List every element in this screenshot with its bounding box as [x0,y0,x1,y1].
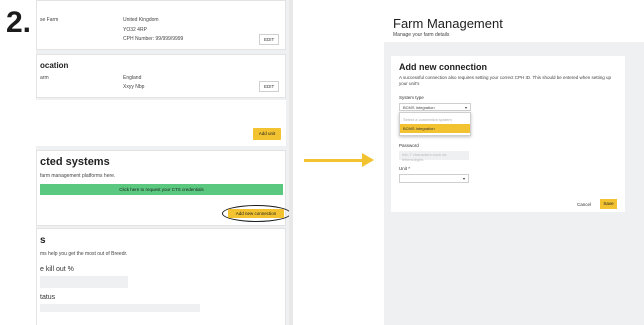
system-type-dropdown: Select a connection system BCMS Integrat… [399,112,471,136]
farm-postcode: YO32 4RP [123,27,147,33]
unit-select[interactable]: ▾ [399,174,469,183]
dropdown-option[interactable]: Select a connection system [400,115,470,124]
dropdown-option-selected[interactable]: BCMS Integration [400,124,470,133]
arrow-head-icon [362,153,374,167]
arrow-right-icon [304,159,368,162]
farm-label: se Farm [40,17,59,23]
location-edit-button[interactable]: EDIT [259,81,280,92]
status-input[interactable] [40,304,200,312]
left-screenshot-panel: se Farm United Kingdom YO32 4RP CPH Numb… [36,0,290,325]
cancel-button[interactable]: Cancel [577,202,591,207]
page-title: Farm Management [393,16,503,31]
connected-systems-title: cted systems [40,156,110,168]
location-country: England [123,75,142,81]
unit-label: Unit * [399,166,411,171]
farm-cph: CPH Number: 99/999/9999 [123,36,184,42]
modal-title: Add new connection [399,62,488,72]
password-label: Password [399,143,419,148]
add-unit-button[interactable]: Add unit [253,128,281,140]
modal-description: A successful connection also requires se… [399,75,612,86]
farm-country: United Kingdom [123,17,159,23]
add-new-connection-button[interactable]: Add new connection [228,209,284,218]
location-title: ocation [40,61,69,70]
system-type-label: System type [399,95,424,100]
kill-out-input[interactable] [40,276,128,288]
password-input[interactable]: min 7 characters such as letters/digits [399,151,469,162]
chevron-down-icon: ▾ [462,176,465,181]
farm-card: se Farm United Kingdom YO32 4RP CPH Numb… [36,0,286,50]
panel-divider [289,0,293,325]
goals-title: s [40,235,46,246]
units-area: Add unit [36,100,286,146]
page-subtitle: Manage your farm details [393,32,450,38]
connected-systems-desc: farm management platforms here. [40,173,116,179]
goals-card: s ms help you get the most out of Breedr… [36,228,286,325]
system-type-select[interactable]: BCMS Integration ▾ [399,103,471,111]
save-button[interactable]: Save [600,199,617,209]
request-cts-button[interactable]: Click here to request your CTS credentia… [40,184,283,195]
page-header: Farm Management Manage your farm details [384,0,644,42]
status-label: tatus [40,294,56,301]
location-card: ocation arm England Xxyy Nbp EDIT [36,54,286,98]
goals-desc: ms help you get the most out of Breedr. [40,251,128,257]
right-screenshot-panel: Farm Management Manage your farm details… [384,0,644,325]
step-number: 2. [6,6,32,39]
system-type-value: BCMS Integration [403,105,435,110]
connected-systems-card: cted systems farm management platforms h… [36,150,290,226]
location-label: arm [40,75,49,81]
chevron-down-icon: ▾ [464,105,467,110]
add-connection-modal: Add new connection A successful connecti… [391,56,625,212]
kill-out-label: e kill out % [40,266,74,273]
location-name: Xxyy Nbp [123,84,145,90]
farm-edit-button[interactable]: EDIT [259,34,280,45]
